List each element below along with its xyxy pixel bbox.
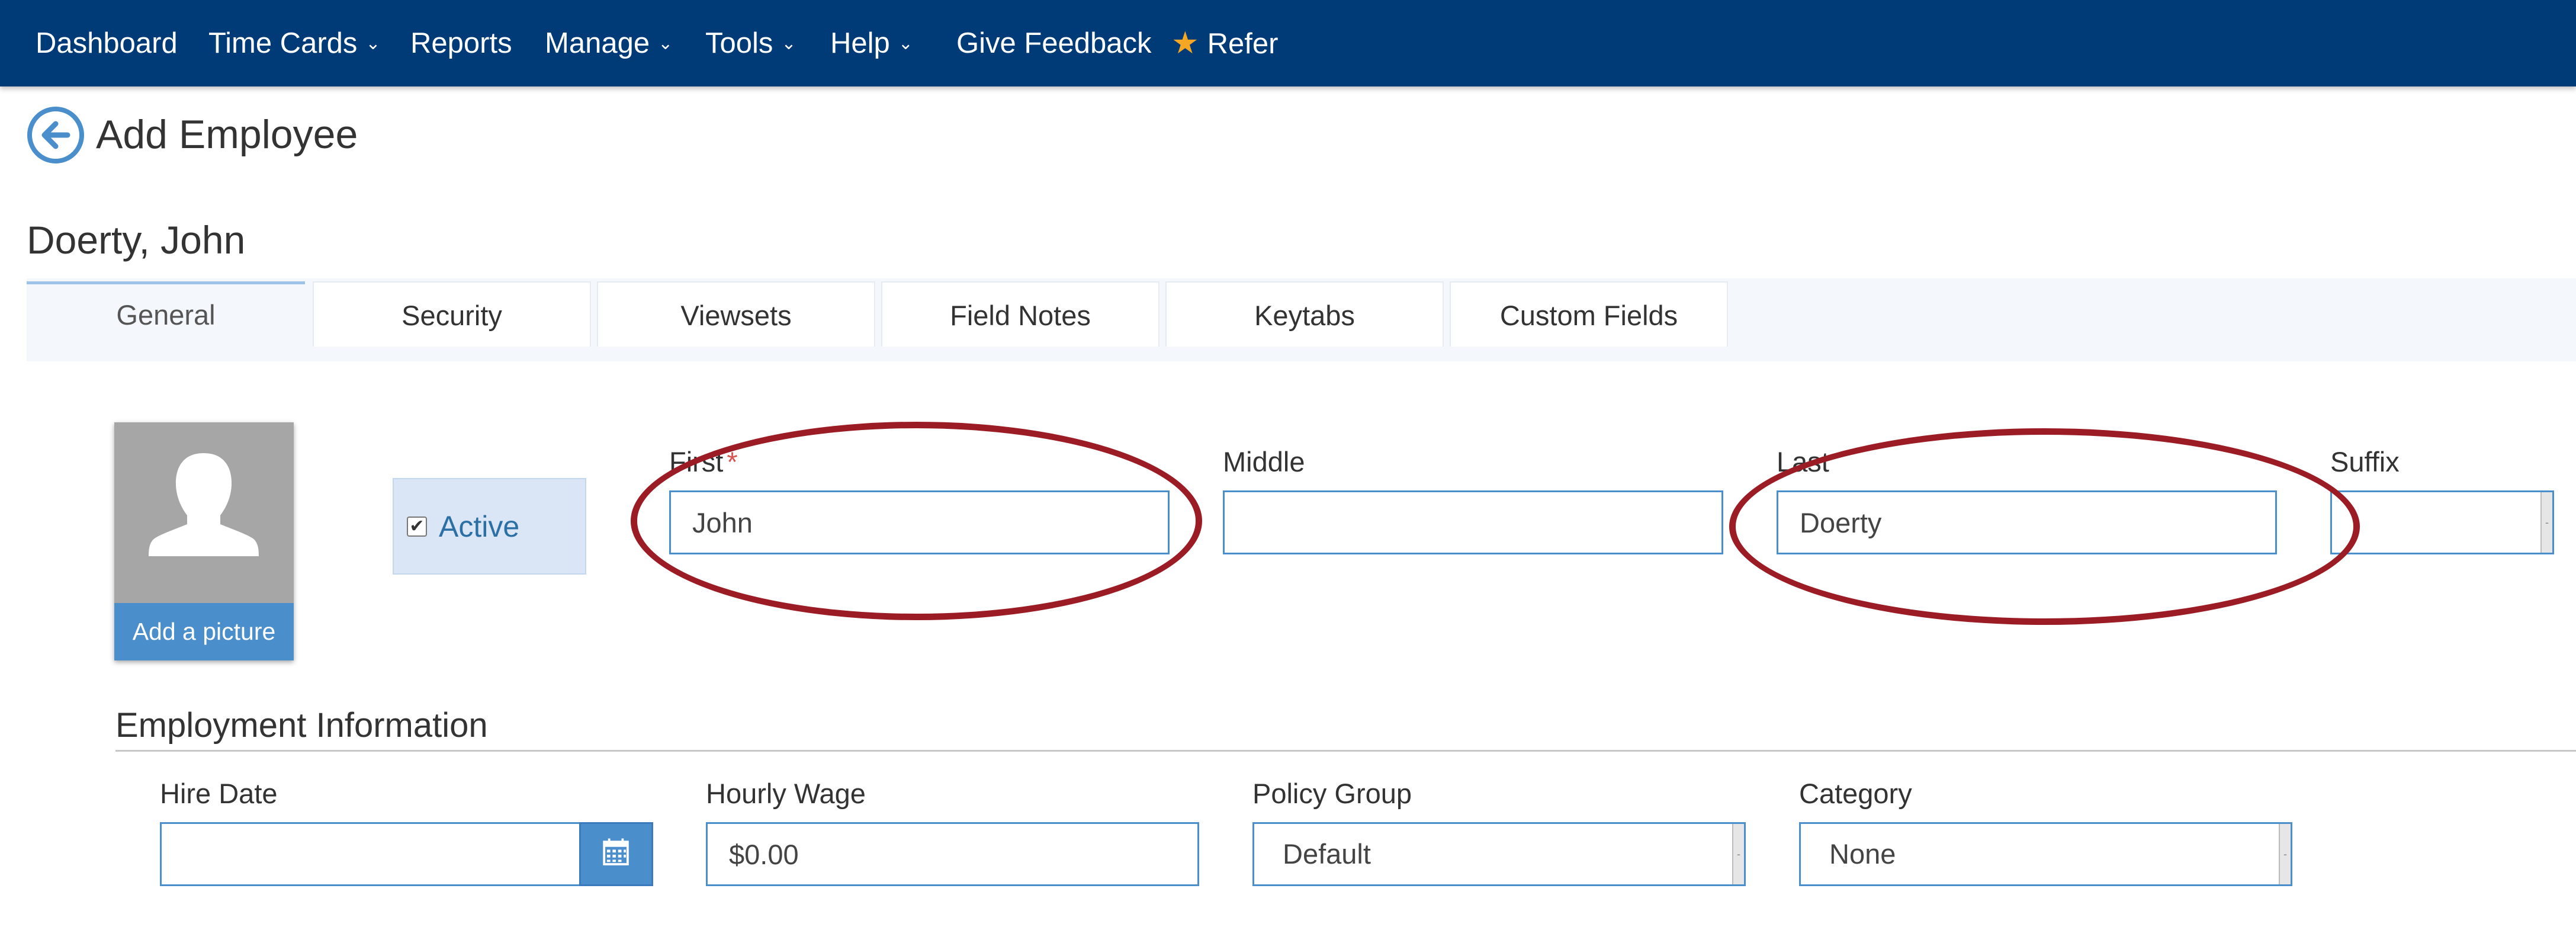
dropdown-handle-icon: -: [2279, 824, 2291, 884]
nav-reports-label: Reports: [410, 27, 512, 59]
nav-reports[interactable]: Reports: [410, 0, 512, 86]
nav-refer[interactable]: ★ Refer: [1171, 0, 1278, 86]
annotation-oval-first: [631, 422, 1202, 620]
nav-help[interactable]: Help ⌄: [830, 0, 913, 86]
calendar-button[interactable]: [579, 822, 653, 886]
hourly-wage-input[interactable]: [706, 822, 1199, 886]
tab-viewsets-label: Viewsets: [680, 300, 792, 331]
policy-group-select[interactable]: Default -: [1252, 822, 1746, 886]
tab-custom-fields-label: Custom Fields: [1499, 300, 1678, 331]
tab-general-label: General: [116, 299, 216, 331]
tab-keytabs[interactable]: Keytabs: [1165, 281, 1444, 347]
chevron-down-icon: ⌄: [898, 34, 913, 54]
active-label: Active: [439, 510, 520, 543]
category-select[interactable]: None -: [1799, 822, 2292, 886]
tab-security-label: Security: [402, 300, 502, 331]
avatar: Add a picture: [114, 422, 294, 660]
active-toggle[interactable]: ✔ Active: [393, 478, 586, 575]
suffix-label: Suffix: [2330, 446, 2400, 477]
policy-group-label: Policy Group: [1252, 778, 1412, 809]
policy-group-value: Default: [1283, 838, 1371, 870]
middle-name-label: Middle: [1223, 446, 1305, 477]
hire-date-label: Hire Date: [160, 778, 278, 809]
active-checkbox[interactable]: ✔: [407, 517, 427, 537]
tab-custom-fields[interactable]: Custom Fields: [1450, 281, 1728, 347]
tab-viewsets[interactable]: Viewsets: [597, 281, 875, 347]
nav-dashboard[interactable]: Dashboard: [36, 0, 178, 86]
calendar-icon: [603, 838, 629, 865]
page-title: Add Employee: [96, 112, 358, 157]
nav-give-feedback-label: Give Feedback: [956, 27, 1152, 59]
dropdown-handle-icon: -: [2540, 492, 2552, 553]
add-picture-button[interactable]: Add a picture: [114, 603, 294, 660]
tab-field-notes-label: Field Notes: [950, 300, 1091, 331]
tab-field-notes[interactable]: Field Notes: [881, 281, 1159, 347]
hire-date-input[interactable]: [160, 822, 582, 886]
middle-name-input[interactable]: [1223, 490, 1723, 554]
chevron-down-icon: ⌄: [365, 34, 381, 54]
nav-time-cards-label: Time Cards: [208, 27, 358, 59]
back-arrow-circle-icon[interactable]: [26, 105, 85, 165]
nav-time-cards[interactable]: Time Cards ⌄: [208, 0, 381, 86]
employment-section-title: Employment Information: [115, 706, 488, 745]
chevron-down-icon: ⌄: [781, 34, 796, 54]
nav-give-feedback[interactable]: Give Feedback: [956, 0, 1152, 86]
nav-refer-label: Refer: [1207, 28, 1279, 60]
nav-tools[interactable]: Tools ⌄: [705, 0, 796, 86]
category-value: None: [1829, 838, 1896, 870]
user-silhouette-icon: [149, 453, 259, 556]
star-icon: ★: [1171, 26, 1199, 60]
dropdown-handle-icon: -: [1732, 824, 1744, 884]
chevron-down-icon: ⌄: [658, 34, 673, 54]
nav-tools-label: Tools: [705, 27, 773, 59]
employee-name-heading: Doerty, John: [27, 218, 246, 262]
category-label: Category: [1799, 778, 1912, 809]
tab-security[interactable]: Security: [313, 281, 591, 347]
section-divider: [115, 750, 2576, 752]
nav-dashboard-label: Dashboard: [36, 27, 178, 59]
tab-keytabs-label: Keytabs: [1254, 300, 1355, 331]
annotation-oval-last: [1729, 428, 2360, 625]
suffix-select[interactable]: -: [2330, 490, 2554, 554]
hourly-wage-label: Hourly Wage: [706, 778, 866, 809]
nav-manage[interactable]: Manage ⌄: [545, 0, 673, 86]
tab-general[interactable]: General: [27, 281, 305, 349]
nav-help-label: Help: [830, 27, 890, 59]
top-nav-bar: Dashboard Time Cards ⌄ Reports Manage ⌄ To…: [0, 0, 2576, 86]
nav-manage-label: Manage: [545, 27, 650, 59]
